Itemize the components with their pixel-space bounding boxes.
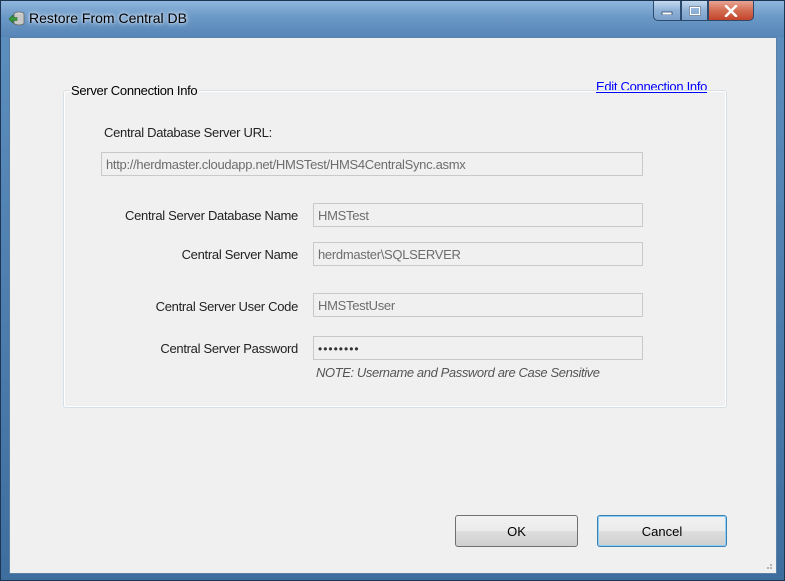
password-field[interactable]: •••••••• — [313, 336, 643, 360]
window-title: Restore From Central DB — [29, 10, 187, 26]
ok-button[interactable]: OK — [455, 515, 578, 547]
server-name-field[interactable]: herdmaster\SQLSERVER — [313, 242, 643, 266]
server-name-label: Central Server Name — [181, 247, 299, 262]
database-name-field[interactable]: HMSTest — [313, 203, 643, 227]
close-icon — [724, 4, 738, 17]
cancel-button[interactable]: Cancel — [597, 515, 727, 547]
user-code-label: Central Server User Code — [155, 299, 299, 314]
server-url-field[interactable]: http://herdmaster.cloudapp.net/HMSTest/H… — [101, 152, 643, 176]
case-sensitive-note: NOTE: Username and Password are Case Sen… — [316, 365, 600, 380]
database-restore-icon — [8, 11, 25, 26]
minimize-button[interactable] — [653, 1, 681, 21]
restore-dialog-window: Restore From Central DB Edit Connection … — [0, 0, 785, 581]
title-bar[interactable]: Restore From Central DB — [1, 1, 784, 37]
resize-grip-icon[interactable] — [763, 560, 773, 570]
maximize-button[interactable] — [681, 1, 708, 21]
dialog-client-area: Edit Connection Info Server Connection I… — [9, 37, 777, 574]
database-name-label: Central Server Database Name — [125, 208, 298, 223]
password-label: Central Server Password — [160, 341, 298, 356]
server-url-label: Central Database Server URL: — [104, 125, 272, 140]
minimize-icon — [661, 11, 673, 15]
user-code-field[interactable]: HMSTestUser — [313, 293, 643, 317]
close-button[interactable] — [708, 1, 754, 21]
groupbox-legend: Server Connection Info — [69, 83, 200, 98]
maximize-icon — [688, 5, 701, 16]
